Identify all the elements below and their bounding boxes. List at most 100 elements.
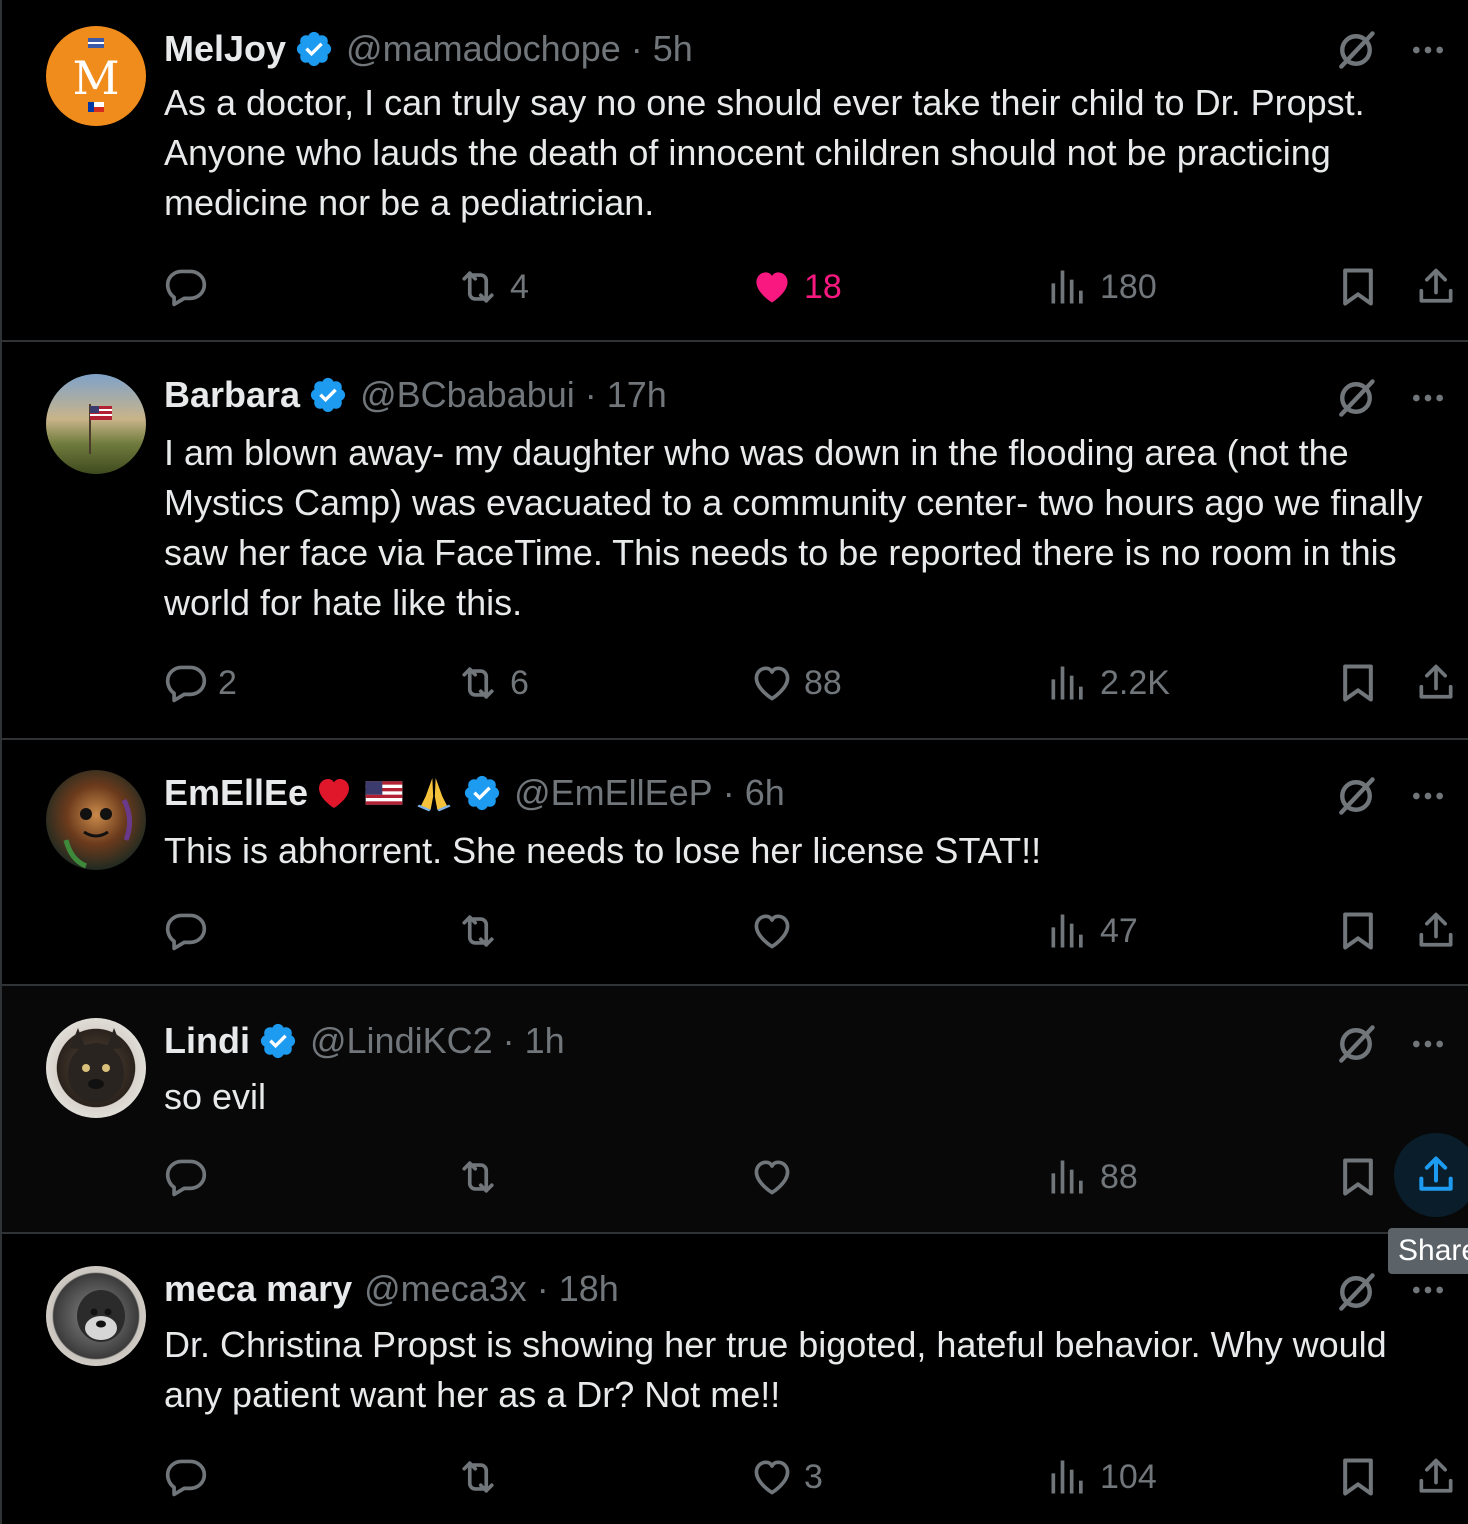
views-button[interactable]: 47 bbox=[1046, 906, 1138, 956]
tweet[interactable]: meca mary @meca3x · 18h Dr. Christina Pr… bbox=[0, 1234, 1468, 1524]
reply-button[interactable] bbox=[164, 262, 218, 312]
timestamp[interactable]: 5h bbox=[653, 28, 693, 70]
views-icon bbox=[1046, 265, 1090, 309]
reply-button[interactable] bbox=[164, 1452, 218, 1502]
bookmark-button[interactable] bbox=[1336, 262, 1380, 312]
bookmark-icon bbox=[1336, 909, 1380, 953]
share-button[interactable] bbox=[1414, 906, 1458, 956]
display-name[interactable]: meca mary bbox=[164, 1268, 352, 1310]
share-button[interactable] bbox=[1394, 1133, 1468, 1217]
retweet-button[interactable]: 4 bbox=[456, 262, 529, 312]
avatar[interactable]: M bbox=[46, 26, 146, 126]
like-button[interactable] bbox=[750, 906, 804, 956]
bookmark-button[interactable] bbox=[1336, 906, 1380, 956]
share-icon bbox=[1414, 661, 1458, 705]
retweet-icon bbox=[456, 1455, 500, 1499]
share-icon bbox=[1414, 909, 1458, 953]
tweet-text: I am blown away- my daughter who was dow… bbox=[164, 432, 1423, 623]
avatar[interactable] bbox=[46, 770, 146, 870]
views-icon bbox=[1046, 909, 1090, 953]
share-button[interactable] bbox=[1414, 1452, 1458, 1502]
share-button[interactable] bbox=[1414, 658, 1458, 708]
views-count: 104 bbox=[1100, 1457, 1157, 1496]
views-button[interactable]: 180 bbox=[1046, 262, 1157, 312]
like-count: 3 bbox=[804, 1457, 823, 1496]
grok-icon[interactable] bbox=[1334, 1270, 1378, 1314]
tweet[interactable]: EmEllEe @EmEllEeP · 6h This is abhorrent… bbox=[0, 740, 1468, 986]
share-button[interactable] bbox=[1414, 262, 1458, 312]
grok-icon[interactable] bbox=[1334, 774, 1378, 818]
views-count: 88 bbox=[1100, 1157, 1138, 1196]
reply-button[interactable]: 2 bbox=[164, 658, 237, 708]
more-icon[interactable] bbox=[1408, 378, 1448, 418]
tweet-header: EmEllEe @EmEllEeP · 6h bbox=[164, 770, 785, 816]
reply-button[interactable] bbox=[164, 1152, 218, 1202]
retweet-button[interactable] bbox=[456, 1452, 510, 1502]
like-button[interactable] bbox=[750, 1152, 804, 1202]
avatar[interactable] bbox=[46, 1018, 146, 1118]
folded-hands-icon bbox=[417, 778, 451, 812]
views-button[interactable]: 2.2K bbox=[1046, 658, 1170, 708]
more-icon[interactable] bbox=[1408, 1270, 1448, 1310]
share-icon bbox=[1414, 1153, 1458, 1197]
share-tooltip: Share bbox=[1388, 1228, 1468, 1274]
reply-icon bbox=[164, 1455, 208, 1499]
retweet-button[interactable]: 6 bbox=[456, 658, 529, 708]
tweet-text: so evil bbox=[164, 1076, 267, 1117]
retweet-icon bbox=[456, 909, 500, 953]
verified-badge-icon bbox=[258, 1021, 298, 1061]
views-button[interactable]: 104 bbox=[1046, 1452, 1157, 1502]
tweet[interactable]: Barbara @BCbababui · 17h I am blown away… bbox=[0, 342, 1468, 740]
avatar-letter: M bbox=[72, 51, 119, 105]
bookmark-icon bbox=[1336, 661, 1380, 705]
like-button[interactable]: 88 bbox=[750, 658, 842, 708]
avatar[interactable] bbox=[46, 374, 146, 474]
user-handle[interactable]: @BCbababui bbox=[360, 374, 575, 416]
user-handle[interactable]: @mamadochope bbox=[346, 28, 621, 70]
display-name[interactable]: MelJoy bbox=[164, 28, 286, 70]
tweet[interactable]: M MelJoy @mamadochope · 5h As a doctor, … bbox=[0, 0, 1468, 342]
bookmark-button[interactable] bbox=[1336, 658, 1380, 708]
bookmark-icon bbox=[1336, 1455, 1380, 1499]
timestamp[interactable]: 1h bbox=[525, 1020, 565, 1062]
tweet-header: meca mary @meca3x · 18h bbox=[164, 1266, 619, 1312]
verified-badge-icon bbox=[294, 29, 334, 69]
bookmark-button[interactable] bbox=[1336, 1152, 1380, 1202]
grok-icon[interactable] bbox=[1334, 1022, 1378, 1066]
like-button[interactable]: 3 bbox=[750, 1452, 823, 1502]
grok-icon[interactable] bbox=[1334, 376, 1378, 420]
red-heart-icon bbox=[319, 779, 350, 808]
user-handle[interactable]: @LindiKC2 bbox=[310, 1020, 493, 1062]
heart-icon bbox=[750, 265, 794, 309]
grok-icon[interactable] bbox=[1334, 28, 1378, 72]
avatar[interactable] bbox=[46, 1266, 146, 1366]
timestamp[interactable]: 6h bbox=[745, 772, 785, 814]
reply-button[interactable] bbox=[164, 906, 218, 956]
like-button[interactable]: 18 bbox=[750, 262, 842, 312]
more-icon[interactable] bbox=[1408, 30, 1448, 70]
tweet-header: MelJoy @mamadochope · 5h bbox=[164, 26, 693, 72]
display-name[interactable]: EmEllEe bbox=[164, 772, 308, 814]
retweet-button[interactable] bbox=[456, 1152, 510, 1202]
more-icon[interactable] bbox=[1408, 1024, 1448, 1064]
timestamp[interactable]: 17h bbox=[607, 374, 667, 416]
display-name[interactable]: Barbara bbox=[164, 374, 300, 416]
separator-dot: · bbox=[722, 772, 735, 813]
retweet-button[interactable] bbox=[456, 906, 510, 956]
separator-dot: · bbox=[584, 374, 597, 415]
tweet[interactable]: Lindi @LindiKC2 · 1h so evil 88 bbox=[0, 986, 1468, 1234]
timestamp[interactable]: 18h bbox=[559, 1268, 619, 1310]
bookmark-button[interactable] bbox=[1336, 1452, 1380, 1502]
user-handle[interactable]: @meca3x bbox=[364, 1268, 527, 1310]
us-flag-icon bbox=[365, 781, 403, 805]
views-icon bbox=[1046, 1155, 1090, 1199]
action-bar: 2 6 88 2.2K bbox=[164, 658, 1454, 708]
views-button[interactable]: 88 bbox=[1046, 1152, 1138, 1202]
bookmark-icon bbox=[1336, 1155, 1380, 1199]
display-name[interactable]: Lindi bbox=[164, 1020, 250, 1062]
like-count: 88 bbox=[804, 663, 842, 702]
more-icon[interactable] bbox=[1408, 776, 1448, 816]
separator-dot: · bbox=[502, 1020, 515, 1061]
user-handle[interactable]: @EmEllEeP bbox=[514, 772, 713, 814]
reply-icon bbox=[164, 265, 208, 309]
